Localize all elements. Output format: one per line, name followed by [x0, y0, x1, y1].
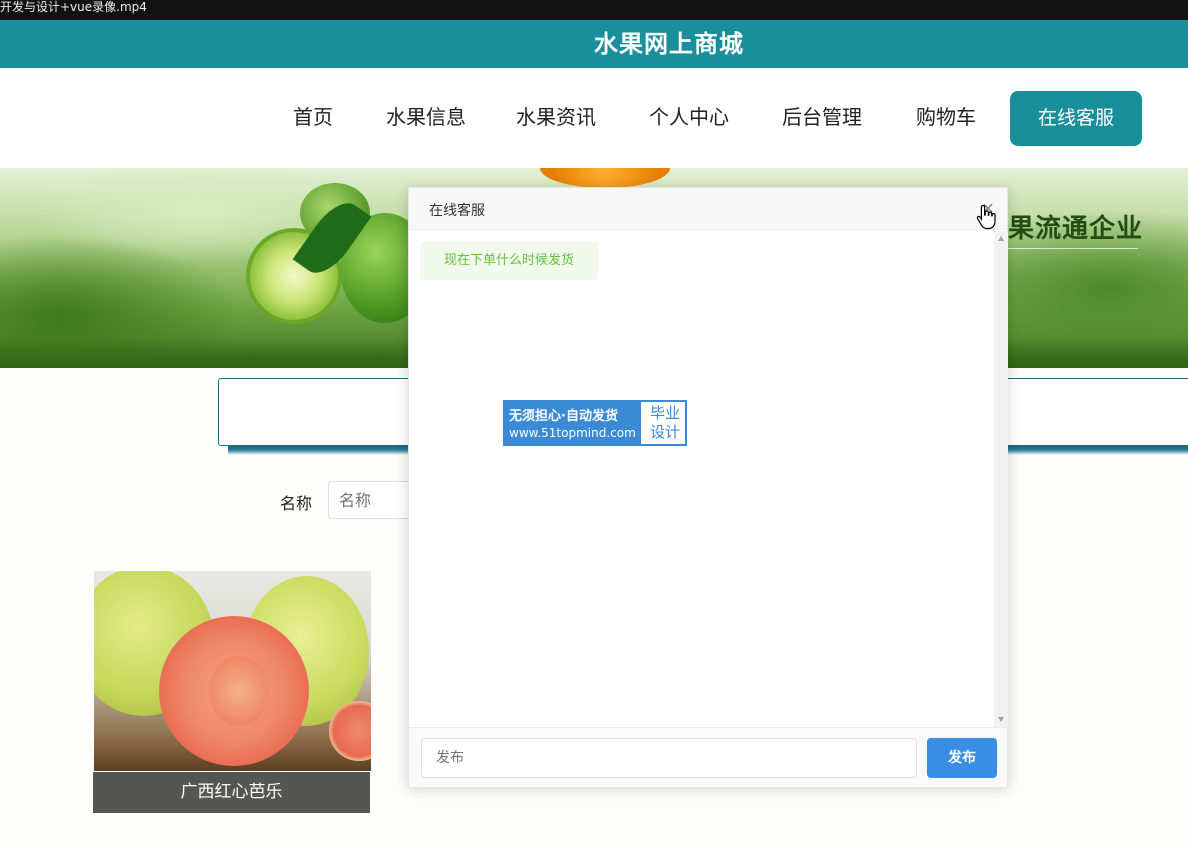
product-card[interactable]: 广西红心芭乐	[93, 571, 371, 813]
guava-core	[209, 656, 269, 726]
watermark-line1: 无须担心·自动发货	[509, 409, 618, 424]
nav-item-fruit-news[interactable]: 水果资讯	[516, 104, 596, 130]
watermark-right: 毕业设计	[649, 404, 680, 441]
chat-footer: 发布	[409, 727, 1007, 787]
nav-item-personal-center[interactable]: 个人中心	[649, 104, 729, 130]
product-name[interactable]: 广西红心芭乐	[93, 772, 370, 813]
nav-item-cart[interactable]: 购物车	[916, 104, 976, 130]
chat-messages: 现在下单什么时候发货 无须担心·自动发货 www.51topmind.com 毕…	[409, 231, 1007, 727]
page: 开发与设计+vue录像.mp4 水果网上商城 首页 水果信息 水果资讯 个人中心…	[0, 0, 1188, 846]
banner-text: 果流通企业	[1008, 214, 1144, 244]
customer-service-button[interactable]: 在线客服	[1010, 91, 1142, 146]
hand-cursor-icon	[976, 204, 996, 230]
scroll-down-arrow-icon[interactable]	[998, 717, 1004, 722]
chat-dialog: 在线客服 ✕ 现在下单什么时候发货 无须担心·自动发货 www.51topmin…	[408, 187, 1008, 787]
banner-divider	[1008, 248, 1138, 249]
watermark-line2: www.51topmind.com	[509, 426, 636, 440]
nav-item-fruit-info[interactable]: 水果信息	[386, 104, 466, 130]
watermark-left: 无须担心·自动发货 www.51topmind.com	[505, 402, 641, 444]
video-filename-bar: 开发与设计+vue录像.mp4	[0, 0, 1188, 20]
nav-item-home[interactable]: 首页	[293, 104, 333, 130]
main-nav: 首页 水果信息 水果资讯 个人中心 后台管理 购物车 在线客服	[0, 68, 1188, 168]
product-image[interactable]	[94, 571, 371, 771]
scroll-up-arrow-icon[interactable]	[998, 236, 1004, 241]
chat-title: 在线客服	[429, 203, 485, 219]
site-title: 水果网上商城	[594, 30, 744, 58]
chat-input[interactable]	[421, 738, 917, 778]
banner-orange-image	[540, 168, 670, 188]
chat-scrollbar[interactable]	[994, 231, 1008, 727]
name-filter-label: 名称	[280, 494, 313, 513]
watermark-logo: 无须担心·自动发货 www.51topmind.com 毕业设计	[503, 400, 687, 446]
chat-header: 在线客服 ✕	[409, 188, 1007, 230]
nav-item-admin[interactable]: 后台管理	[782, 104, 862, 130]
send-button[interactable]: 发布	[927, 738, 997, 778]
site-title-bar: 水果网上商城	[0, 20, 1188, 68]
chat-message: 现在下单什么时候发货	[420, 242, 598, 280]
